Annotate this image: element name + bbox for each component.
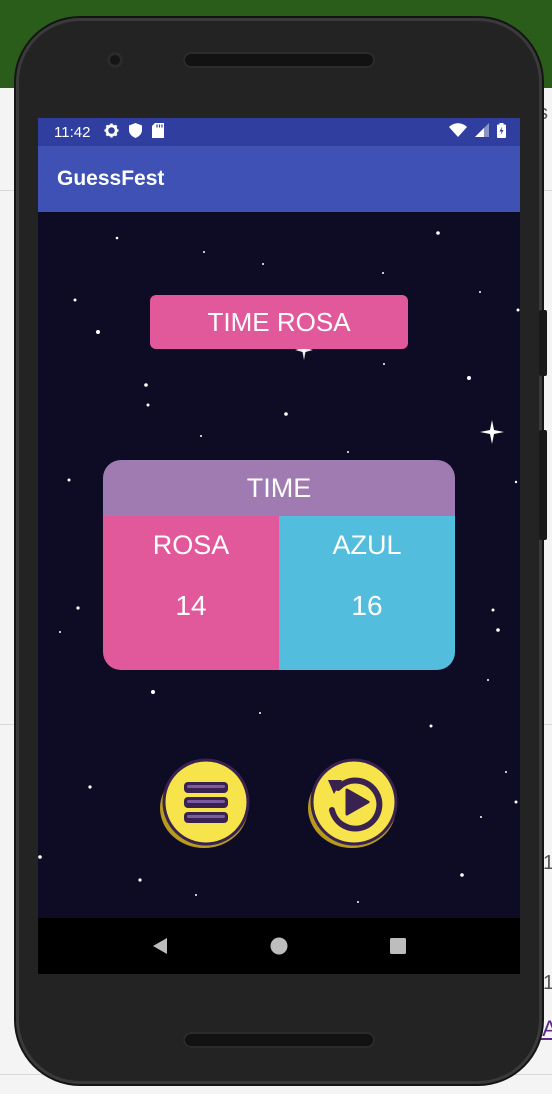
current-team-label: TIME ROSA [207,306,351,337]
replay-button[interactable] [308,758,400,850]
recents-icon [390,938,407,954]
status-time: 11:42 [54,123,91,141]
star [357,901,359,903]
star [382,272,384,274]
current-team-banner: TIME ROSA [150,295,408,349]
star [38,855,42,859]
star [67,478,71,482]
gear-icon [104,122,119,142]
host-text-fragment: 1 [543,852,552,874]
star [151,690,155,694]
star [516,308,520,312]
star [480,816,482,818]
status-bar: 11:42 [38,118,520,146]
star [347,451,349,453]
star [195,894,197,896]
team-azul-name: AZUL [332,530,402,560]
app-bar: GuessFest [38,146,520,212]
star [262,263,264,265]
star [200,435,202,437]
wifi-icon [449,123,467,141]
back-icon [152,938,167,954]
device-screen: 11:42 GuessFest TIME ROSA TIME ROSA 14 A… [38,118,520,974]
star [138,878,142,882]
battery-charging-icon [497,122,506,142]
star [496,628,500,632]
star [491,608,495,612]
home-icon [270,937,288,955]
star [88,785,92,789]
star [259,712,261,714]
star [76,606,80,610]
star [146,403,150,407]
front-camera [107,52,123,68]
sparkle-star [480,420,504,444]
back-button[interactable] [145,931,175,961]
star [59,631,61,633]
menu-icon [160,758,250,848]
scoreboard-header: TIME [103,460,455,516]
team-azul-score: 16 [351,590,383,621]
top-speaker [183,52,375,68]
app-title: GuessFest [57,167,165,190]
star [487,679,489,681]
status-right-icons [449,122,506,142]
star [144,383,148,387]
star [284,412,288,416]
star [505,771,507,773]
team-azul-column: AZUL 16 [279,516,455,670]
star [467,376,471,380]
team-rosa-name: ROSA [152,530,230,560]
team-rosa-column: ROSA 14 [103,516,279,670]
android-nav-bar [38,918,520,974]
power-button[interactable] [539,310,547,376]
host-text-fragment: 1 [543,972,552,994]
star [460,873,464,877]
sd-card-icon [152,122,165,142]
volume-button[interactable] [539,430,547,540]
star [73,298,77,302]
menu-button[interactable] [160,758,252,850]
home-button[interactable] [264,931,294,961]
scoreboard-title: TIME [246,472,312,503]
shield-icon [129,122,143,142]
star [479,291,481,293]
bottom-speaker [183,1032,375,1048]
signal-icon [475,123,489,141]
star [429,724,433,728]
replay-play-icon [308,758,398,848]
team-rosa-score: 14 [175,590,207,621]
recents-button[interactable] [383,931,413,961]
star [514,480,518,484]
star [115,236,119,240]
star [383,363,385,365]
star [514,800,518,804]
star [203,251,205,253]
game-screen: TIME ROSA TIME ROSA 14 AZUL 16 [38,212,520,918]
star [436,231,440,235]
scoreboard: TIME ROSA 14 AZUL 16 [103,460,455,670]
star [96,330,100,334]
